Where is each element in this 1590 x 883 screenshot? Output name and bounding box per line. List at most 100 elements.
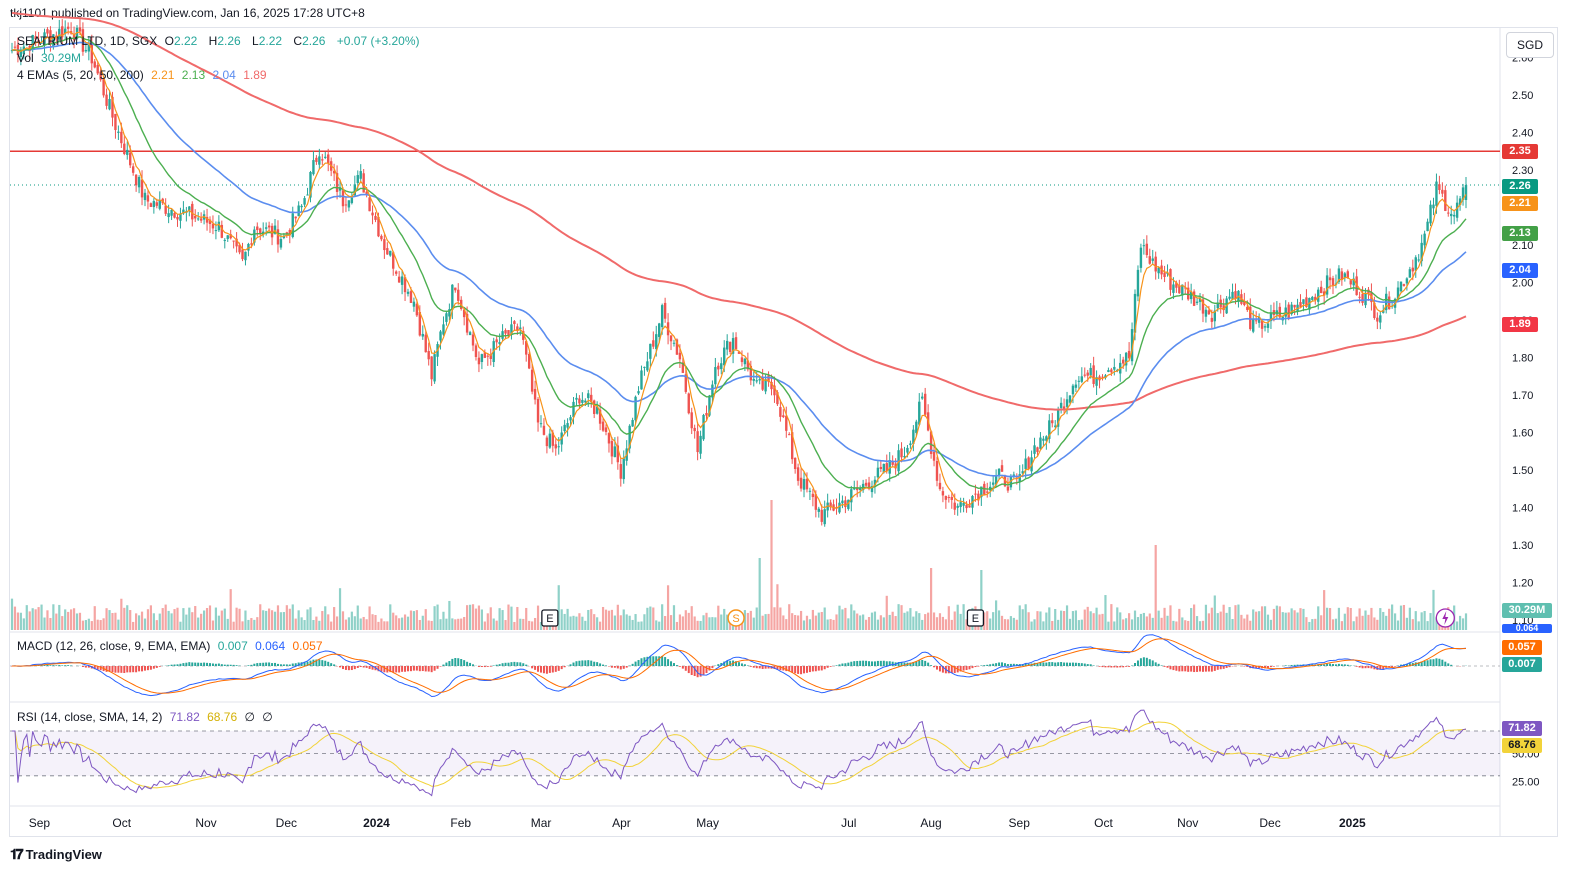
macd-histogram-bar bbox=[469, 662, 472, 666]
volume-bar bbox=[788, 604, 791, 630]
volume-bar bbox=[1045, 612, 1048, 630]
volume-bar bbox=[1210, 607, 1213, 630]
macd-histogram-bar bbox=[672, 663, 675, 666]
chart-canvas[interactable]: 2.602.502.402.302.102.001.901.801.701.60… bbox=[0, 0, 1590, 883]
candle-body bbox=[1429, 204, 1432, 224]
macd-histogram-bar bbox=[330, 663, 333, 666]
volume-bar bbox=[876, 619, 879, 630]
macd-histogram-bar bbox=[185, 662, 188, 666]
volume-bar bbox=[400, 617, 404, 630]
volume-bar bbox=[442, 611, 445, 630]
volume-bar bbox=[1086, 606, 1089, 630]
macd-histogram-bar bbox=[924, 660, 927, 666]
macd-histogram-bar bbox=[938, 666, 941, 672]
macd-histogram-bar bbox=[605, 665, 608, 666]
volume-bar bbox=[675, 621, 679, 630]
volume-bar bbox=[820, 611, 823, 630]
volume-bar bbox=[1222, 604, 1225, 630]
volume-bar bbox=[300, 617, 303, 630]
volume-bar bbox=[1190, 608, 1193, 630]
volume-bar bbox=[1125, 618, 1128, 630]
close-value: 2.26 bbox=[302, 34, 326, 48]
candle-body bbox=[495, 339, 498, 343]
candle-body bbox=[244, 251, 247, 261]
macd-histogram-bar bbox=[1045, 662, 1048, 666]
volume-bar bbox=[811, 609, 814, 630]
volume-bar bbox=[1405, 617, 1408, 630]
candle-body bbox=[1121, 359, 1125, 364]
macd-histogram-bar bbox=[318, 659, 321, 666]
candle-body bbox=[267, 225, 271, 228]
candle-body bbox=[1210, 317, 1214, 322]
volume-bar bbox=[581, 616, 584, 630]
candle-body bbox=[279, 239, 283, 248]
volume-bar bbox=[143, 618, 147, 630]
vol-label: Vol bbox=[17, 51, 34, 65]
macd-histogram-bar bbox=[84, 666, 87, 668]
volume-bar bbox=[569, 616, 572, 630]
volume-bar bbox=[1036, 611, 1039, 630]
volume-bar bbox=[1402, 604, 1406, 630]
tag-macd-signal: 0.057 bbox=[1502, 640, 1542, 655]
volume-bar bbox=[1216, 613, 1219, 630]
macd-histogram-bar bbox=[143, 666, 146, 671]
volume-bar bbox=[888, 614, 891, 630]
macd-histogram-bar bbox=[1154, 662, 1157, 666]
candle-body bbox=[445, 313, 448, 322]
candle-body bbox=[690, 412, 693, 429]
macd-histogram-bar bbox=[253, 663, 256, 666]
macd-histogram-bar bbox=[259, 662, 262, 666]
volume-bar bbox=[829, 619, 832, 630]
candle-body bbox=[1423, 233, 1426, 246]
macd-histogram-bar bbox=[477, 666, 480, 667]
macd-histogram-bar bbox=[138, 666, 141, 672]
price-axis-tick: 2.30 bbox=[1512, 165, 1533, 177]
volume-bar bbox=[610, 609, 614, 630]
candle-body bbox=[134, 174, 138, 186]
macd-histogram-bar bbox=[560, 666, 563, 670]
macd-histogram-bar bbox=[460, 659, 463, 666]
volume-bar bbox=[643, 614, 646, 630]
macd-histogram-bar bbox=[717, 664, 720, 666]
macd-histogram-bar bbox=[593, 661, 596, 666]
macd-histogram-bar bbox=[971, 666, 974, 669]
volume-bar bbox=[578, 613, 581, 630]
currency-button[interactable]: SGD bbox=[1506, 32, 1554, 58]
macd-histogram-bar bbox=[350, 666, 353, 671]
macd-histogram-bar bbox=[256, 663, 259, 666]
volume-bar bbox=[197, 617, 200, 630]
macd-histogram-bar bbox=[599, 663, 602, 666]
candle-body bbox=[167, 213, 170, 218]
macd-histogram-bar bbox=[401, 666, 404, 672]
macd-histogram-bar bbox=[862, 660, 865, 666]
volume-bar bbox=[200, 613, 203, 630]
volume-bar bbox=[1051, 620, 1054, 630]
candle-body bbox=[947, 496, 951, 498]
candle-body bbox=[306, 194, 309, 196]
candle-body bbox=[1071, 385, 1075, 395]
macd-histogram-bar bbox=[1332, 664, 1335, 666]
ema200-value: 1.89 bbox=[243, 68, 267, 82]
tradingview-logo[interactable]: 𝟏𝟕 TradingView bbox=[10, 846, 102, 863]
volume-bar bbox=[853, 610, 856, 630]
candle-body bbox=[173, 212, 176, 218]
macd-histogram-bar bbox=[327, 661, 330, 666]
macd-histogram-bar bbox=[675, 665, 678, 666]
macd-histogram-bar bbox=[1166, 666, 1169, 668]
candle-body bbox=[120, 131, 123, 144]
volume-bar bbox=[720, 614, 723, 630]
candle-body bbox=[1086, 372, 1089, 376]
candle-body bbox=[196, 218, 200, 220]
volume-bar bbox=[90, 621, 93, 630]
macd-histogram-bar bbox=[1175, 666, 1178, 671]
volume-bar bbox=[601, 606, 605, 630]
candle-body bbox=[442, 324, 445, 335]
macd-histogram-bar bbox=[421, 666, 424, 672]
macd-histogram-bar bbox=[835, 665, 838, 666]
volume-bar bbox=[430, 620, 433, 630]
candle-body bbox=[782, 415, 785, 418]
candle-body bbox=[1302, 299, 1305, 304]
candle-body bbox=[126, 149, 129, 155]
macd-histogram-bar bbox=[1098, 666, 1101, 667]
volume-bar bbox=[146, 609, 150, 630]
